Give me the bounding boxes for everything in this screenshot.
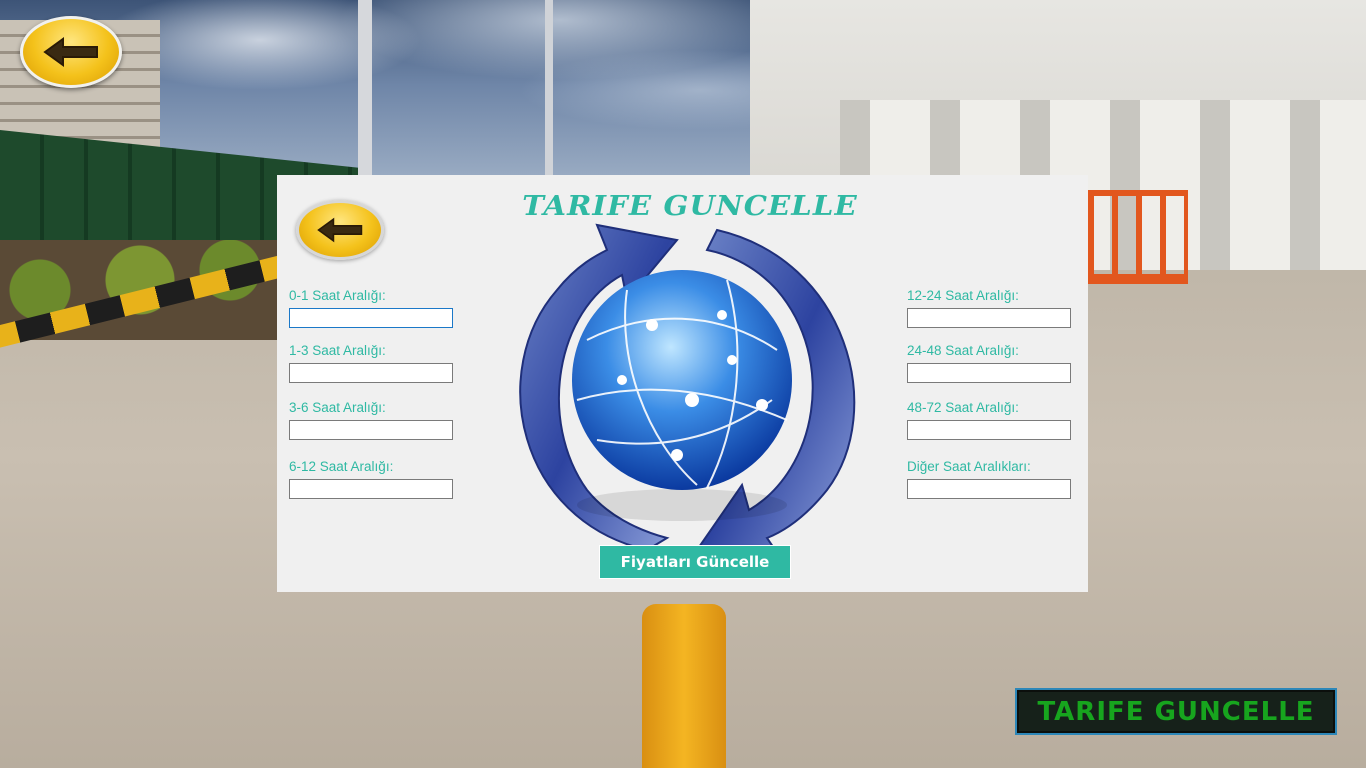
light-pole: [545, 0, 553, 180]
arrow-left-icon: [43, 37, 98, 67]
field-label-3-6: 3-6 Saat Aralığı:: [289, 400, 386, 415]
dialog-title: TARIFE GUNCELLE: [522, 191, 858, 222]
price-input-24-48[interactable]: [907, 363, 1071, 383]
field-label-24-48: 24-48 Saat Aralığı:: [907, 343, 1019, 358]
field-label-6-12: 6-12 Saat Aralığı:: [289, 459, 394, 474]
field-label-0-1: 0-1 Saat Aralığı:: [289, 288, 386, 303]
price-input-1-3[interactable]: [289, 363, 453, 383]
field-label-1-3: 1-3 Saat Aralığı:: [289, 343, 386, 358]
price-input-12-24[interactable]: [907, 308, 1071, 328]
screen-name-label: TARIFE GUNCELLE: [1015, 688, 1337, 735]
price-input-6-12[interactable]: [289, 479, 453, 499]
field-label-48-72: 48-72 Saat Aralığı:: [907, 400, 1019, 415]
price-input-other[interactable]: [907, 479, 1071, 499]
light-pole: [358, 0, 372, 180]
update-prices-button[interactable]: Fiyatları Güncelle: [599, 545, 791, 579]
price-input-3-6[interactable]: [289, 420, 453, 440]
price-input-0-1[interactable]: [289, 308, 453, 328]
arrow-left-icon: [317, 217, 363, 243]
scissor-lift: [1088, 190, 1188, 284]
dialog-back-button[interactable]: [296, 200, 384, 260]
field-label-12-24: 12-24 Saat Aralığı:: [907, 288, 1019, 303]
refresh-globe-icon: [519, 223, 856, 560]
price-input-48-72[interactable]: [907, 420, 1071, 440]
field-label-other: Diğer Saat Aralıkları:: [907, 459, 1031, 474]
back-button[interactable]: [20, 16, 122, 88]
speed-bump: [642, 604, 726, 768]
tariff-update-dialog: TARIFE GUNCELLE 0-1 Saat Aralığı: 1-3 Sa…: [277, 175, 1088, 592]
